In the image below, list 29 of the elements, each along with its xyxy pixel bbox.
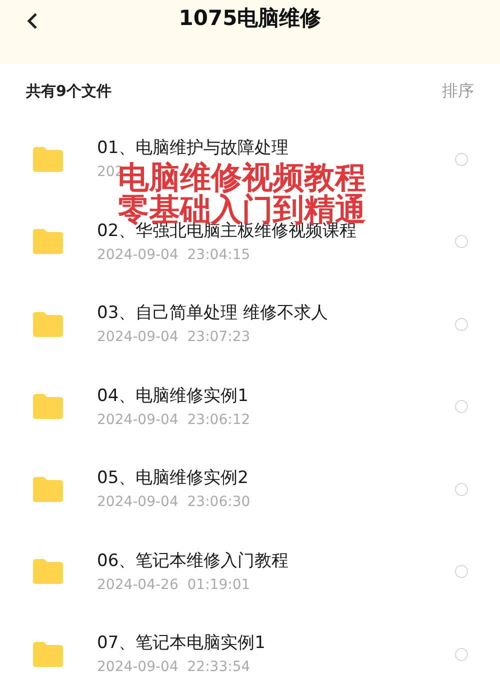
select-radio[interactable] [455,152,468,166]
file-name[interactable]: 06、笔记本维修入门教程 [97,548,455,573]
page-title: 1075电脑维修 [178,5,322,32]
folder-icon [33,146,63,172]
select-radio[interactable] [455,318,468,331]
file-name[interactable]: 03、自己简单处理 维修不求人 [97,301,455,326]
folder-icon [33,476,63,502]
file-date: 2024-09-04 23:04:15 [97,246,252,265]
file-name[interactable]: 07、笔记本电脑实例1 [97,631,455,656]
select-radio[interactable] [455,235,468,248]
folder-icon [33,559,63,584]
file-date: 2024-09-04 23:06:12 [97,410,252,430]
select-radio[interactable] [455,565,468,578]
file-date: 2024-09-04 22:33:54 [97,658,252,678]
folder-icon [33,394,63,420]
select-radio[interactable] [455,648,468,661]
back-icon[interactable] [26,12,38,30]
file-name[interactable]: 05、电脑维修实例2 [97,466,455,490]
file-name[interactable]: 04、电脑维修实例1 [97,384,455,408]
select-radio[interactable] [455,400,468,414]
folder-icon [33,312,63,337]
file-date: 2024-09-04 23:07:23 [97,328,252,348]
file-count: 共有9个文件 [26,80,112,102]
folder-icon [33,642,63,667]
select-radio[interactable] [455,482,468,496]
file-date: 2024-04-26 01:19:01 [97,576,252,595]
folder-icon [33,229,63,254]
file-name[interactable]: 01、电脑维护与故障处理 [97,136,455,160]
file-date: 2024-09-04 23:06:30 [97,493,252,512]
